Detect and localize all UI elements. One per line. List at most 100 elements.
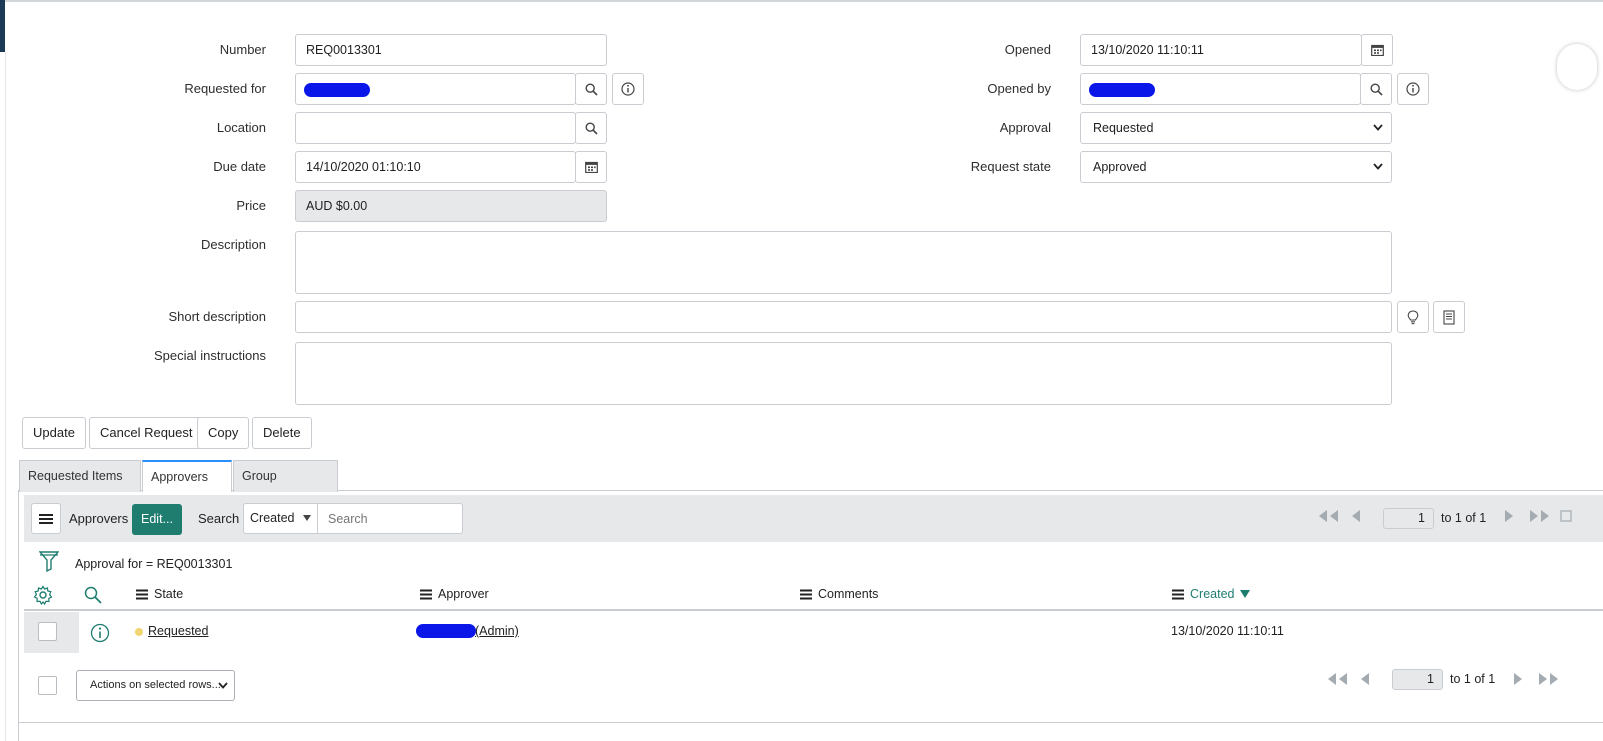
short-description-field[interactable] <box>295 301 1392 333</box>
chevron-down-icon <box>1373 152 1383 182</box>
footer-page-total: to 1 of 1 <box>1450 672 1496 686</box>
opened-calendar-button[interactable] <box>1361 34 1393 66</box>
description-label: Description <box>200 237 266 252</box>
cancel-request-button[interactable]: Cancel Request <box>89 417 204 449</box>
next-page-icon[interactable] <box>1512 672 1524 686</box>
calendar-icon <box>1370 44 1384 56</box>
due-date-label: Due date <box>213 159 266 174</box>
table-row: Requested (Admin) 13/10/2020 11:10:11 <box>24 612 1603 653</box>
search-icon <box>584 121 598 135</box>
opened-label: Opened <box>1004 42 1051 57</box>
gear-icon[interactable] <box>33 585 53 605</box>
page-number-field[interactable]: 1 <box>1383 508 1434 529</box>
requested-for-label: Requested for <box>184 81 266 96</box>
copy-button[interactable]: Copy <box>197 417 250 449</box>
due-date-calendar-button[interactable] <box>575 151 607 183</box>
column-header-state[interactable]: State <box>136 587 183 601</box>
column-menu-icon[interactable] <box>800 589 812 600</box>
search-input[interactable] <box>317 503 463 534</box>
request-state-label: Request state <box>970 159 1051 174</box>
requested-for-info-button[interactable] <box>612 73 644 105</box>
column-header-approver[interactable]: Approver <box>420 587 489 601</box>
column-search-icon[interactable] <box>84 586 102 604</box>
request-state-value: Approved <box>1093 160 1147 174</box>
knowledge-search-button[interactable] <box>1433 301 1465 333</box>
edit-button[interactable]: Edit... <box>132 504 182 535</box>
approval-label: Approval <box>999 120 1051 135</box>
location-field[interactable] <box>295 112 576 144</box>
filter-breadcrumb[interactable]: Approval for = REQ0013301 <box>75 557 232 571</box>
chevron-down-icon <box>1373 113 1383 143</box>
description-field[interactable] <box>295 231 1392 294</box>
special-instructions-label: Special instructions <box>154 348 266 363</box>
first-page-icon[interactable] <box>1325 672 1349 686</box>
search-field-select[interactable]: Created <box>243 503 318 534</box>
filter-icon[interactable] <box>39 550 59 572</box>
opened-by-info-button[interactable] <box>1397 73 1429 105</box>
special-instructions-field[interactable] <box>295 342 1392 405</box>
search-field-value: Created <box>250 511 295 525</box>
previous-page-icon[interactable] <box>1359 672 1371 686</box>
number-field[interactable]: REQ0013301 <box>295 34 607 66</box>
column-menu-icon[interactable] <box>420 589 432 600</box>
column-header-comments[interactable]: Comments <box>800 587 878 601</box>
top-border <box>0 0 1603 2</box>
nav-edge <box>0 0 5 52</box>
approval-select[interactable]: Requested <box>1080 112 1392 144</box>
location-lookup-button[interactable] <box>575 112 607 144</box>
hamburger-icon <box>39 513 53 525</box>
redacted-name <box>1089 83 1155 97</box>
delete-button[interactable]: Delete <box>252 417 312 449</box>
row-checkbox[interactable] <box>38 622 57 641</box>
tab-approvers[interactable]: Approvers (1) <box>142 460 232 514</box>
requested-for-field[interactable] <box>295 73 576 105</box>
number-label: Number <box>219 42 266 57</box>
due-date-field[interactable]: 14/10/2020 01:10:10 <box>295 151 576 183</box>
footer-page-number-field[interactable]: 1 <box>1392 669 1443 690</box>
first-page-icon[interactable] <box>1316 509 1340 523</box>
column-label-created: Created <box>1190 587 1235 601</box>
actions-select[interactable]: Actions on selected rows... <box>76 670 235 701</box>
column-menu-icon[interactable] <box>1172 589 1184 600</box>
tab-requested-items[interactable]: Requested Items (1) <box>19 460 141 513</box>
column-label-approver: Approver <box>438 587 489 601</box>
search-icon <box>584 82 598 96</box>
redacted-name <box>304 83 370 97</box>
list-frame-left <box>18 490 19 741</box>
suggestion-button[interactable] <box>1397 301 1429 333</box>
request-state-select[interactable]: Approved <box>1080 151 1392 183</box>
opened-by-field[interactable] <box>1080 73 1361 105</box>
last-page-icon[interactable] <box>1528 509 1552 523</box>
actions-select-value: Actions on selected rows... <box>90 679 221 691</box>
approval-value: Requested <box>1093 121 1154 135</box>
side-panel-toggle[interactable] <box>1557 44 1597 90</box>
book-icon <box>1443 309 1455 325</box>
opened-by-label: Opened by <box>987 81 1051 96</box>
last-page-icon[interactable] <box>1537 672 1561 686</box>
requested-for-lookup-button[interactable] <box>575 73 607 105</box>
tab-group-approvals[interactable]: Group approvals <box>233 460 338 513</box>
row-info-icon[interactable] <box>90 623 110 643</box>
state-dot <box>135 628 143 636</box>
redacted-approver <box>416 624 476 638</box>
info-icon <box>621 82 635 96</box>
select-all-checkbox[interactable] <box>38 676 57 695</box>
column-header-created[interactable]: Created <box>1172 587 1251 601</box>
list-title: Approvers <box>69 511 129 526</box>
opened-by-lookup-button[interactable] <box>1360 73 1392 105</box>
update-button[interactable]: Update <box>22 417 86 449</box>
column-menu-icon[interactable] <box>136 589 148 600</box>
short-description-label: Short description <box>168 309 266 324</box>
state-link[interactable]: Requested <box>148 624 208 638</box>
next-page-icon[interactable] <box>1503 509 1515 523</box>
approver-link[interactable]: (Admin) <box>475 624 519 638</box>
list-menu-button[interactable] <box>31 503 61 534</box>
left-divider <box>5 52 6 741</box>
previous-page-icon[interactable] <box>1350 509 1362 523</box>
opened-field[interactable]: 13/10/2020 11:10:11 <box>1080 34 1362 66</box>
created-cell: 13/10/2020 11:10:11 <box>1171 624 1284 638</box>
info-icon <box>1406 82 1420 96</box>
search-icon <box>1369 82 1383 96</box>
column-label-comments: Comments <box>818 587 879 601</box>
export-icon[interactable] <box>1560 510 1572 522</box>
